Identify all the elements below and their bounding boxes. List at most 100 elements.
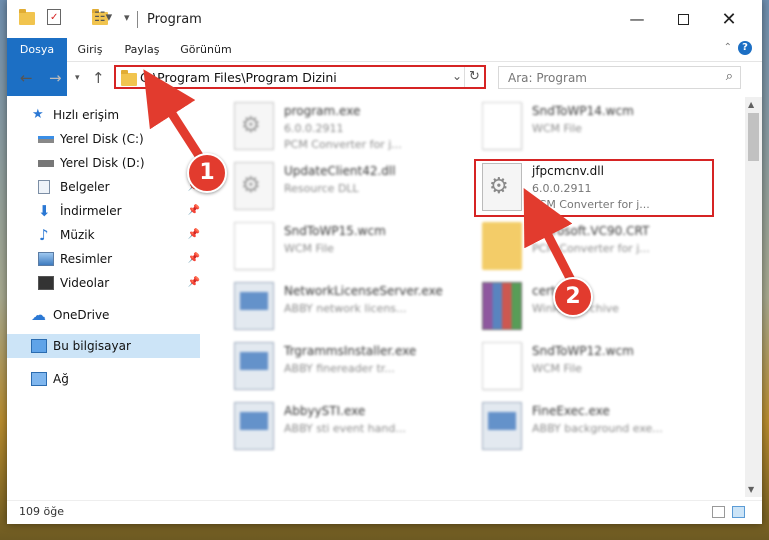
up-arrow-icon[interactable]: ↑ xyxy=(92,69,105,87)
search-input[interactable]: Ara: Program ⌕ xyxy=(498,66,741,89)
drive-icon xyxy=(38,160,54,167)
maximize-icon xyxy=(677,13,689,25)
sidebar-item-music[interactable]: ♪ Müzik 📌 xyxy=(7,223,200,247)
sidebar-item-onedrive[interactable]: ☁ OneDrive xyxy=(7,303,200,327)
file-item[interactable]: FineExec.exe ABBY background exe... xyxy=(474,399,714,457)
file-name: AbbyySTI.exe xyxy=(284,404,366,418)
file-item[interactable]: SndToWP15.wcm WCM File xyxy=(226,219,466,277)
file-item-highlighted[interactable]: jfpcmcnv.dll 6.0.0.2911 PCM Converter fo… xyxy=(474,159,714,217)
properties-icon[interactable]: ✓ xyxy=(47,9,61,25)
vertical-scrollbar[interactable]: ▲ ▼ xyxy=(745,97,762,497)
file-item[interactable]: TrgrammsInstaller.exe ABBY finereader tr… xyxy=(226,339,466,397)
scroll-up-icon[interactable]: ▲ xyxy=(748,100,754,109)
videos-icon xyxy=(38,276,54,290)
sidebar-item-label: Belgeler xyxy=(60,180,110,194)
help-icon[interactable]: ? xyxy=(738,41,752,55)
file-item[interactable]: AbbyySTI.exe ABBY sti event hand... xyxy=(226,399,466,457)
maximize-button[interactable] xyxy=(660,0,706,38)
file-item[interactable]: cert.cab WinRAR archive xyxy=(474,279,714,337)
app-icon xyxy=(234,402,274,450)
sidebar-item-pictures[interactable]: Resimler 📌 xyxy=(7,247,200,271)
network-icon xyxy=(31,372,47,386)
sidebar-item-this-pc[interactable]: Bu bilgisayar xyxy=(7,334,200,358)
sidebar-item-network[interactable]: Ağ xyxy=(7,367,200,391)
file-name: SndToWP12.wcm xyxy=(532,344,634,358)
pin-icon[interactable]: 📌 xyxy=(188,247,200,271)
ribbon: Dosya Giriş Paylaş Görünüm ⌃ ? xyxy=(7,38,762,96)
app-icon xyxy=(234,342,274,390)
file-item[interactable]: Microsoft.VC90.CRT PCM Converter for j..… xyxy=(474,219,714,277)
gear-file-icon xyxy=(234,102,274,150)
file-detail: ABBY sti event hand... xyxy=(284,422,406,435)
forward-arrow-icon[interactable]: → xyxy=(49,69,62,87)
file-item[interactable]: SndToWP14.wcm WCM File xyxy=(474,99,714,157)
file-detail: WCM File xyxy=(284,242,334,255)
file-detail: ABBY background exe... xyxy=(532,422,663,435)
refresh-icon[interactable]: ↻ xyxy=(464,67,484,87)
sidebar-item-label: Videolar xyxy=(60,276,110,290)
tab-share[interactable]: Paylaş xyxy=(119,38,165,62)
file-detail: PCM Converter for j... xyxy=(532,198,650,211)
pin-icon[interactable]: 📌 xyxy=(188,199,200,223)
search-placeholder: Ara: Program xyxy=(508,71,587,85)
step-1-badge: 1 xyxy=(187,153,227,193)
app-icon xyxy=(482,402,522,450)
sidebar-item-local-disk-c[interactable]: Yerel Disk (C:) xyxy=(7,127,200,151)
download-icon: ⬇ xyxy=(38,202,51,220)
large-icons-view-icon[interactable] xyxy=(732,506,745,518)
back-arrow-icon[interactable]: ← xyxy=(20,69,33,87)
sidebar-item-label: Yerel Disk (C:) xyxy=(60,132,144,146)
file-item[interactable]: SndToWP12.wcm WCM File xyxy=(474,339,714,397)
sidebar-item-label: Bu bilgisayar xyxy=(53,339,131,353)
pin-icon[interactable]: 📌 xyxy=(188,223,200,247)
sidebar-item-videos[interactable]: Videolar 📌 xyxy=(7,271,200,295)
search-icon[interactable]: ⌕ xyxy=(726,69,733,84)
sidebar-item-label: Hızlı erişim xyxy=(53,108,120,122)
gear-file-icon xyxy=(482,163,522,211)
minimize-icon: — xyxy=(629,10,645,28)
sidebar-item-label: OneDrive xyxy=(53,308,110,322)
sidebar-item-documents[interactable]: Belgeler 📌 xyxy=(7,175,200,199)
file-name: NetworkLicenseServer.exe xyxy=(284,284,443,298)
file-item[interactable]: UpdateClient42.dll Resource DLL xyxy=(226,159,466,217)
file-name: TrgrammsInstaller.exe xyxy=(284,344,417,358)
folder-icon xyxy=(121,70,137,86)
close-icon: ✕ xyxy=(721,8,737,30)
address-bar[interactable]: C:\Program Files\Program Dizini ⌄ ↻ xyxy=(114,65,486,89)
tab-view[interactable]: Görünüm xyxy=(175,38,237,62)
navigation-pane: ★ Hızlı erişim Yerel Disk (C:) Yerel Dis… xyxy=(7,97,204,497)
chevron-up-icon[interactable]: ⌃ xyxy=(724,42,732,53)
title-bar: ✓ ☷▾ ▾ Program — ✕ xyxy=(7,0,762,38)
file-detail: Resource DLL xyxy=(284,182,359,195)
file-item[interactable]: NetworkLicenseServer.exe ABBY network li… xyxy=(226,279,466,337)
file-item[interactable]: program.exe 6.0.0.2911 PCM Converter for… xyxy=(226,99,466,157)
document-icon xyxy=(234,222,274,270)
sidebar-item-local-disk-d[interactable]: Yerel Disk (D:) xyxy=(7,151,200,175)
details-view-icon[interactable] xyxy=(712,506,725,518)
file-list: program.exe 6.0.0.2911 PCM Converter for… xyxy=(204,97,739,497)
app-icon xyxy=(234,282,274,330)
customize-toolbar-icon[interactable]: ☷▾ xyxy=(94,10,112,30)
close-button[interactable]: ✕ xyxy=(706,0,752,38)
file-detail: WCM File xyxy=(532,362,582,375)
pictures-icon xyxy=(38,252,54,266)
chevron-down-icon[interactable]: ⌄ xyxy=(452,69,462,83)
address-path[interactable]: C:\Program Files\Program Dizini xyxy=(140,70,337,85)
file-detail: ABBY finereader tr... xyxy=(284,362,395,375)
sidebar-item-label: Resimler xyxy=(60,252,113,266)
gear-file-icon xyxy=(234,162,274,210)
file-detail: PCM Converter for j... xyxy=(532,242,650,255)
recent-locations-chevron-icon[interactable]: ▾ xyxy=(75,73,80,83)
minimize-button[interactable]: — xyxy=(614,0,660,38)
cloud-icon: ☁ xyxy=(31,306,46,324)
scrollbar-thumb[interactable] xyxy=(748,113,759,161)
computer-icon xyxy=(31,339,47,353)
star-icon: ★ xyxy=(32,107,44,122)
sidebar-item-downloads[interactable]: ⬇ İndirmeler 📌 xyxy=(7,199,200,223)
quick-access-dropdown-icon[interactable]: ▾ xyxy=(124,11,130,31)
archive-icon xyxy=(482,282,522,330)
tab-home[interactable]: Giriş xyxy=(69,38,111,62)
sidebar-item-quick-access[interactable]: ★ Hızlı erişim xyxy=(7,103,200,127)
pin-icon[interactable]: 📌 xyxy=(188,271,200,295)
scroll-down-icon[interactable]: ▼ xyxy=(748,485,754,494)
